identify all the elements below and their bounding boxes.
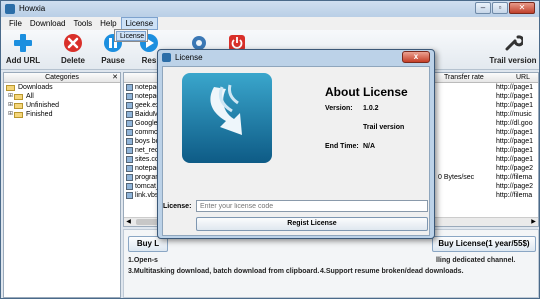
version-value: 1.0.2	[363, 105, 379, 112]
file-url: http://page1	[496, 147, 533, 154]
delete-label: Delete	[60, 56, 85, 65]
tree-label: Downloads	[18, 84, 53, 91]
close-pane-icon[interactable]: ✕	[112, 73, 118, 83]
dialog-close-button[interactable]: x	[402, 51, 430, 63]
tree-item-downloads[interactable]: Downloads	[4, 83, 120, 92]
file-icon	[126, 129, 133, 136]
file-url: http://page1	[496, 93, 533, 100]
register-license-button[interactable]: Regist License	[196, 217, 428, 231]
folder-icon	[14, 111, 23, 118]
minimize-button[interactable]: –	[475, 2, 491, 14]
column-transfer-rate[interactable]: Transfer rate	[444, 73, 484, 83]
menu-license-item[interactable]: License	[116, 31, 146, 41]
delete-button[interactable]: Delete	[53, 33, 93, 65]
categories-title: Categories	[45, 74, 79, 81]
end-time-label: End Time:	[325, 143, 359, 150]
version-label: Version:	[325, 105, 353, 112]
close-window-button[interactable]: ✕	[509, 2, 535, 14]
trail-version-label: Trail version	[489, 56, 537, 65]
file-url: http://page1	[496, 156, 533, 163]
file-icon	[126, 102, 133, 109]
tree-label: All	[26, 93, 34, 100]
plus-icon	[14, 34, 32, 52]
tree-item-unfinished[interactable]: ⊞ Unfinished	[4, 101, 120, 110]
about-heading: About License	[325, 85, 408, 99]
file-url: http://page1	[496, 84, 533, 91]
file-icon	[126, 174, 133, 181]
file-url: http://page2	[496, 183, 533, 190]
file-url: http://page1	[496, 102, 533, 109]
app-icon	[5, 4, 15, 14]
dialog-title-bar: License	[162, 52, 432, 64]
file-url: http://filema	[496, 192, 533, 199]
menu-bar: File Download Tools Help License	[1, 17, 539, 30]
file-icon	[126, 120, 133, 127]
license-menu-dropdown: License	[114, 29, 148, 42]
end-time-value: N/A	[363, 143, 376, 150]
license-input[interactable]	[196, 200, 428, 212]
scroll-left-icon[interactable]: ◀	[124, 218, 133, 226]
license-dialog: License x About License Version: 1.0.2 T…	[157, 49, 435, 239]
file-icon	[126, 147, 133, 154]
tree-label: Finished	[26, 111, 53, 118]
file-icon	[126, 138, 133, 145]
transfer-rate: 0 Bytes/sec	[438, 174, 475, 181]
maximize-button[interactable]: ▫	[492, 2, 508, 14]
license-label: License:	[163, 203, 192, 210]
promo-line-4: 4.Support resume broken/dead downloads.	[320, 268, 464, 275]
app-logo	[182, 73, 272, 163]
promo-line-2: lling dedicated channel.	[436, 257, 516, 264]
pause-label: Pause	[101, 56, 125, 65]
column-url[interactable]: URL	[516, 73, 530, 83]
dialog-body: About License Version: 1.0.2 Trail versi…	[162, 66, 430, 236]
file-url: http://page1	[496, 138, 533, 145]
menu-tools[interactable]: Tools	[69, 17, 96, 30]
window-controls: – ▫ ✕	[475, 2, 535, 14]
file-icon	[126, 183, 133, 190]
title-bar: Howxia – ▫ ✕	[1, 1, 539, 17]
folder-icon	[14, 93, 23, 100]
tree-item-finished[interactable]: ⊞ Finished	[4, 110, 120, 119]
edition-value: Trail version	[363, 124, 405, 131]
tree-label: Unfinished	[26, 102, 60, 109]
file-icon	[126, 111, 133, 118]
delete-icon	[64, 34, 82, 52]
dialog-title: License	[175, 53, 203, 62]
promo-panel: Buy L Buy License(1 year/55$) 1.Open-s l…	[123, 229, 539, 298]
file-url: http://music	[496, 111, 532, 118]
window-title: Howxia	[19, 4, 46, 13]
buy-license-button[interactable]: Buy License(1 year/55$)	[432, 236, 536, 252]
file-icon	[126, 84, 133, 91]
file-url: http://dl.goo	[496, 120, 533, 127]
trail-version-button[interactable]: Trail version	[487, 33, 539, 65]
scroll-right-icon[interactable]: ▶	[529, 218, 538, 226]
file-icon	[126, 93, 133, 100]
folder-icon	[14, 102, 23, 109]
file-icon	[126, 165, 133, 172]
file-url: http://filema	[496, 174, 533, 181]
promo-line-1: 1.Open-s	[128, 257, 158, 264]
folder-icon	[6, 84, 15, 91]
add-url-label: Add URL	[5, 56, 41, 65]
categories-pane: Categories ✕ Downloads ⊞ All ⊞ Unfinishe…	[3, 72, 121, 298]
promo-line-3: 3.Multitasking download, batch download …	[128, 268, 320, 275]
file-url: http://page2	[496, 165, 533, 172]
add-url-button[interactable]: Add URL	[3, 33, 43, 65]
file-url: http://page1	[496, 129, 533, 136]
wrench-icon	[505, 35, 523, 51]
file-icon	[126, 192, 133, 199]
menu-download[interactable]: Download	[26, 17, 70, 30]
download-arrow-icon	[210, 84, 242, 135]
dialog-app-icon	[162, 53, 171, 62]
file-icon	[126, 156, 133, 163]
menu-file[interactable]: File	[5, 17, 26, 30]
categories-header: Categories ✕	[4, 73, 120, 83]
tree-item-all[interactable]: ⊞ All	[4, 92, 120, 101]
